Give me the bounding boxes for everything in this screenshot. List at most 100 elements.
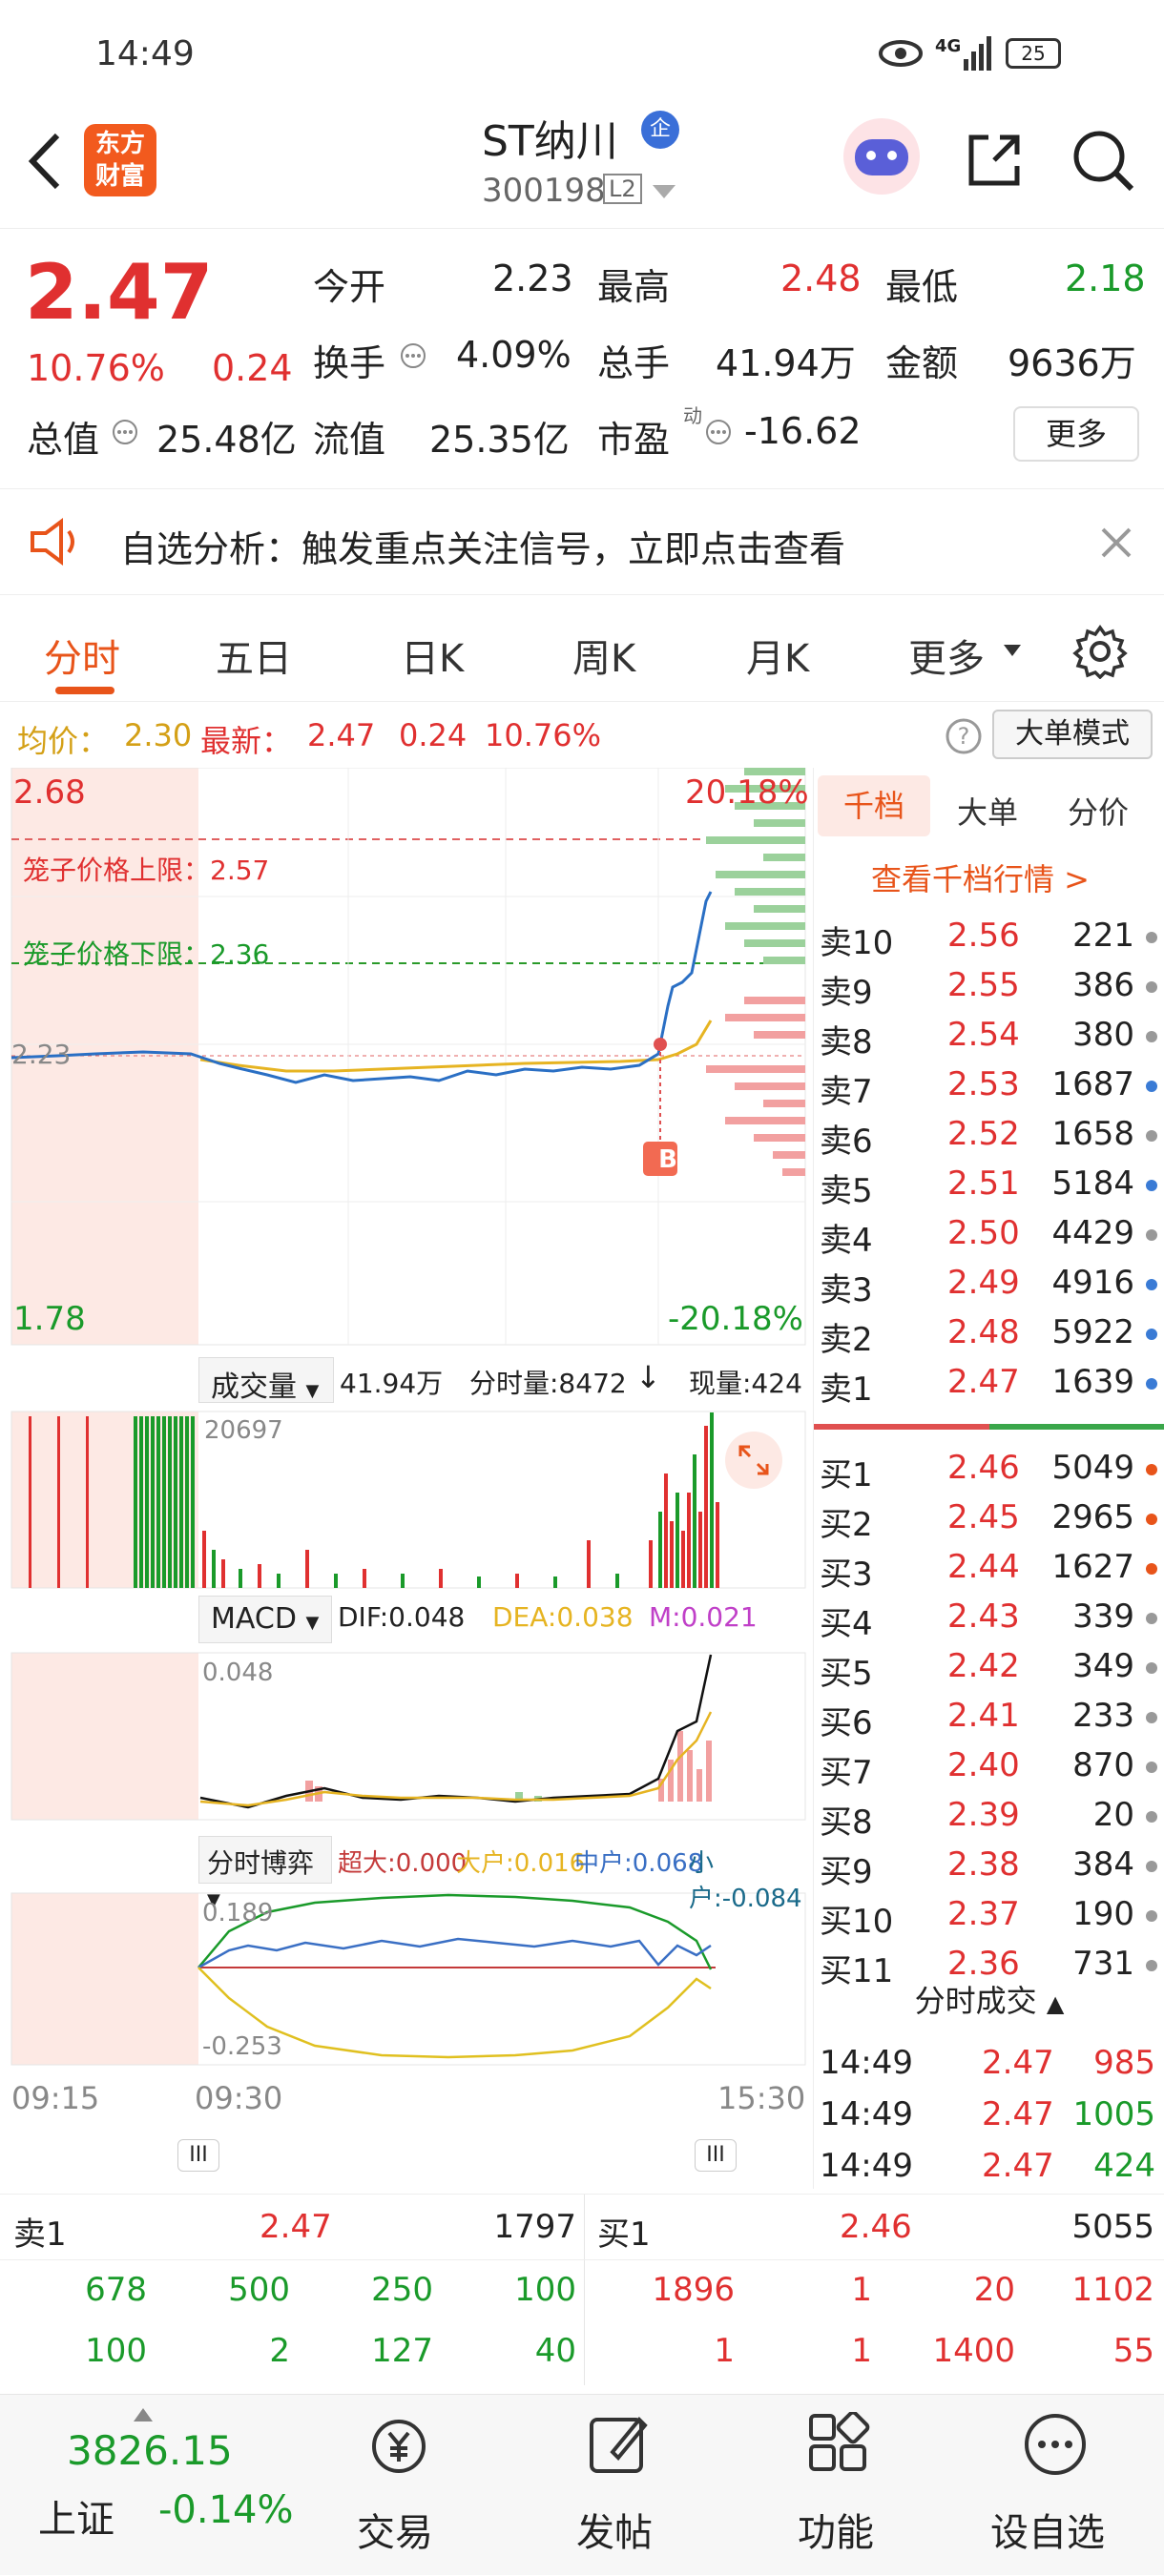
tab-intraday[interactable]: 分时 <box>44 628 120 683</box>
tab-five-day[interactable]: 五日 <box>216 628 292 683</box>
tab-price-distribution[interactable]: 分价 <box>1068 789 1129 833</box>
app-logo[interactable]: 东方 财富 <box>84 124 156 196</box>
volume-indicator-select[interactable]: 成交量 ▼ <box>198 1357 334 1404</box>
order-marker-dot <box>1146 932 1157 943</box>
info-icon[interactable] <box>704 418 733 446</box>
chevron-down-icon[interactable] <box>653 185 676 198</box>
trade-row: 14:49 2.47 1005 <box>814 2090 1164 2139</box>
market-cap-value: 25.48亿 <box>156 419 297 461</box>
ask-row[interactable]: 卖2 2.48 5922 <box>814 1308 1164 1359</box>
small-value: 小户:-0.084 <box>689 1849 802 1913</box>
bid-row[interactable]: 买6 2.41 233 <box>814 1691 1164 1742</box>
order-marker-dot <box>1146 1960 1157 1971</box>
ask-level-label: 卖4 <box>820 1222 873 1260</box>
functions-label: 功能 <box>798 2511 874 2555</box>
ask-level-label: 卖9 <box>820 974 873 1012</box>
scrollbar-right-handle[interactable]: III <box>695 2139 737 2172</box>
info-icon[interactable] <box>111 418 139 446</box>
index-ticker[interactable]: 3826.15 上证 -0.14% <box>0 2395 296 2576</box>
settings-icon[interactable] <box>1072 624 1128 679</box>
share-icon[interactable] <box>964 130 1025 191</box>
large-order-mode-button[interactable]: 大单模式 <box>992 710 1153 759</box>
latest-value: 2.47 <box>307 717 376 753</box>
help-icon[interactable]: ? <box>945 717 983 755</box>
chevron-down-icon[interactable] <box>1004 645 1021 656</box>
bid-row[interactable]: 买1 2.46 5049 <box>814 1443 1164 1494</box>
tab-monthly-k[interactable]: 月K <box>746 628 809 683</box>
battery-icon: 25 <box>1006 38 1061 69</box>
search-icon[interactable] <box>1070 128 1135 193</box>
order-marker-dot <box>1146 1279 1157 1290</box>
ask-row[interactable]: 卖10 2.56 221 <box>814 911 1164 962</box>
more-button[interactable]: 更多 <box>1013 406 1139 462</box>
game-min-label: -0.253 <box>202 2032 282 2061</box>
tab-large-orders[interactable]: 大单 <box>957 789 1018 833</box>
ask-price: 2.50 <box>947 1214 1020 1252</box>
bid-volume: 339 <box>1072 1597 1134 1636</box>
battery-level: 25 <box>1021 42 1046 65</box>
post-button[interactable]: 发帖 <box>551 2395 695 2576</box>
sell1-volume: 1797 <box>493 2208 576 2246</box>
add-watchlist-button[interactable]: 设自选 <box>973 2395 1154 2576</box>
intraday-chart[interactable]: 2.68 20.18% 笼子价格上限：2.57 笼子价格下限：2.36 2.23… <box>0 768 811 2172</box>
bid-price: 2.41 <box>947 1697 1020 1735</box>
volume-indicator-label: 成交量 <box>211 1370 297 1404</box>
bid-row[interactable]: 买2 2.45 2965 <box>814 1493 1164 1544</box>
add-watchlist-label: 设自选 <box>990 2511 1105 2555</box>
ask-volume: 4429 <box>1051 1214 1134 1252</box>
trades-title[interactable]: 分时成交 ▲ <box>814 1977 1164 2034</box>
bid-row[interactable]: 买10 2.37 190 <box>814 1889 1164 1941</box>
ask-row[interactable]: 卖6 2.52 1658 <box>814 1109 1164 1161</box>
trade-volume: 1005 <box>1072 2095 1155 2133</box>
bid-row[interactable]: 买3 2.44 1627 <box>814 1542 1164 1594</box>
bid-volume: 384 <box>1072 1845 1134 1884</box>
tab-daily-k[interactable]: 日K <box>401 628 464 683</box>
ask-price: 2.54 <box>947 1016 1020 1054</box>
scrollbar-left-handle[interactable]: III <box>177 2139 219 2172</box>
ask-row[interactable]: 卖1 2.47 1639 <box>814 1357 1164 1409</box>
ask-volume: 221 <box>1072 917 1134 955</box>
functions-button[interactable]: 功能 <box>773 2395 916 2576</box>
game-indicator-select[interactable]: 分时博弈 ▼ <box>198 1836 332 1910</box>
macd-indicator-select[interactable]: MACD ▼ <box>198 1596 332 1643</box>
tab-more[interactable]: 更多 <box>908 628 985 683</box>
bid-row[interactable]: 买8 2.39 20 <box>814 1790 1164 1842</box>
sell-queue-item: 40 <box>534 2332 576 2370</box>
edit-icon <box>590 2417 648 2473</box>
back-icon[interactable] <box>25 130 63 193</box>
assistant-avatar[interactable] <box>843 118 920 195</box>
current-price: 2.47 <box>25 248 214 337</box>
bid-row[interactable]: 买7 2.40 870 <box>814 1741 1164 1792</box>
close-icon[interactable] <box>1099 526 1133 560</box>
bid-row[interactable]: 买4 2.43 339 <box>814 1592 1164 1643</box>
tab-weekly-k[interactable]: 周K <box>572 628 635 683</box>
trade-button[interactable]: 交易 <box>334 2395 477 2576</box>
view-thousand-level-link[interactable]: 查看千档行情 > <box>871 855 1090 899</box>
float-cap-value: 25.35亿 <box>429 419 570 461</box>
ask-level-label: 卖6 <box>820 1123 873 1161</box>
analysis-banner[interactable]: 自选分析：触发重点关注信号，立即点击查看 <box>0 488 1164 595</box>
stock-name: ST纳川 <box>482 117 618 166</box>
level-badge[interactable]: L2 <box>603 174 642 204</box>
tab-thousand-level[interactable]: 千档 <box>818 775 930 836</box>
ask-row[interactable]: 卖3 2.49 4916 <box>814 1258 1164 1309</box>
ask-row[interactable]: 卖9 2.55 386 <box>814 960 1164 1012</box>
macd-indicator-label: MACD <box>211 1602 297 1636</box>
buy-queue-item: 1400 <box>932 2332 1015 2370</box>
expand-icon[interactable] <box>737 1443 771 1477</box>
info-icon[interactable] <box>399 341 427 370</box>
buy-marker[interactable]: B <box>651 1145 685 1174</box>
order-marker-dot <box>1146 1861 1157 1872</box>
ask-row[interactable]: 卖4 2.50 4429 <box>814 1208 1164 1260</box>
trade-price: 2.47 <box>982 2044 1054 2082</box>
level1-book: 卖1 2.47 1797 买1 2.46 5055 678 500 250 10… <box>0 2194 1164 2385</box>
bid-row[interactable]: 买5 2.42 349 <box>814 1641 1164 1693</box>
ask-ratio-bar <box>814 1424 989 1430</box>
ask-row[interactable]: 卖7 2.53 1687 <box>814 1060 1164 1111</box>
bid-row[interactable]: 买9 2.38 384 <box>814 1840 1164 1891</box>
ask-row[interactable]: 卖8 2.54 380 <box>814 1010 1164 1061</box>
high-label: 最高 <box>597 266 671 308</box>
m-value: M:0.021 <box>649 1601 758 1633</box>
ask-row[interactable]: 卖5 2.51 5184 <box>814 1159 1164 1210</box>
network-label: 4G <box>935 36 962 56</box>
